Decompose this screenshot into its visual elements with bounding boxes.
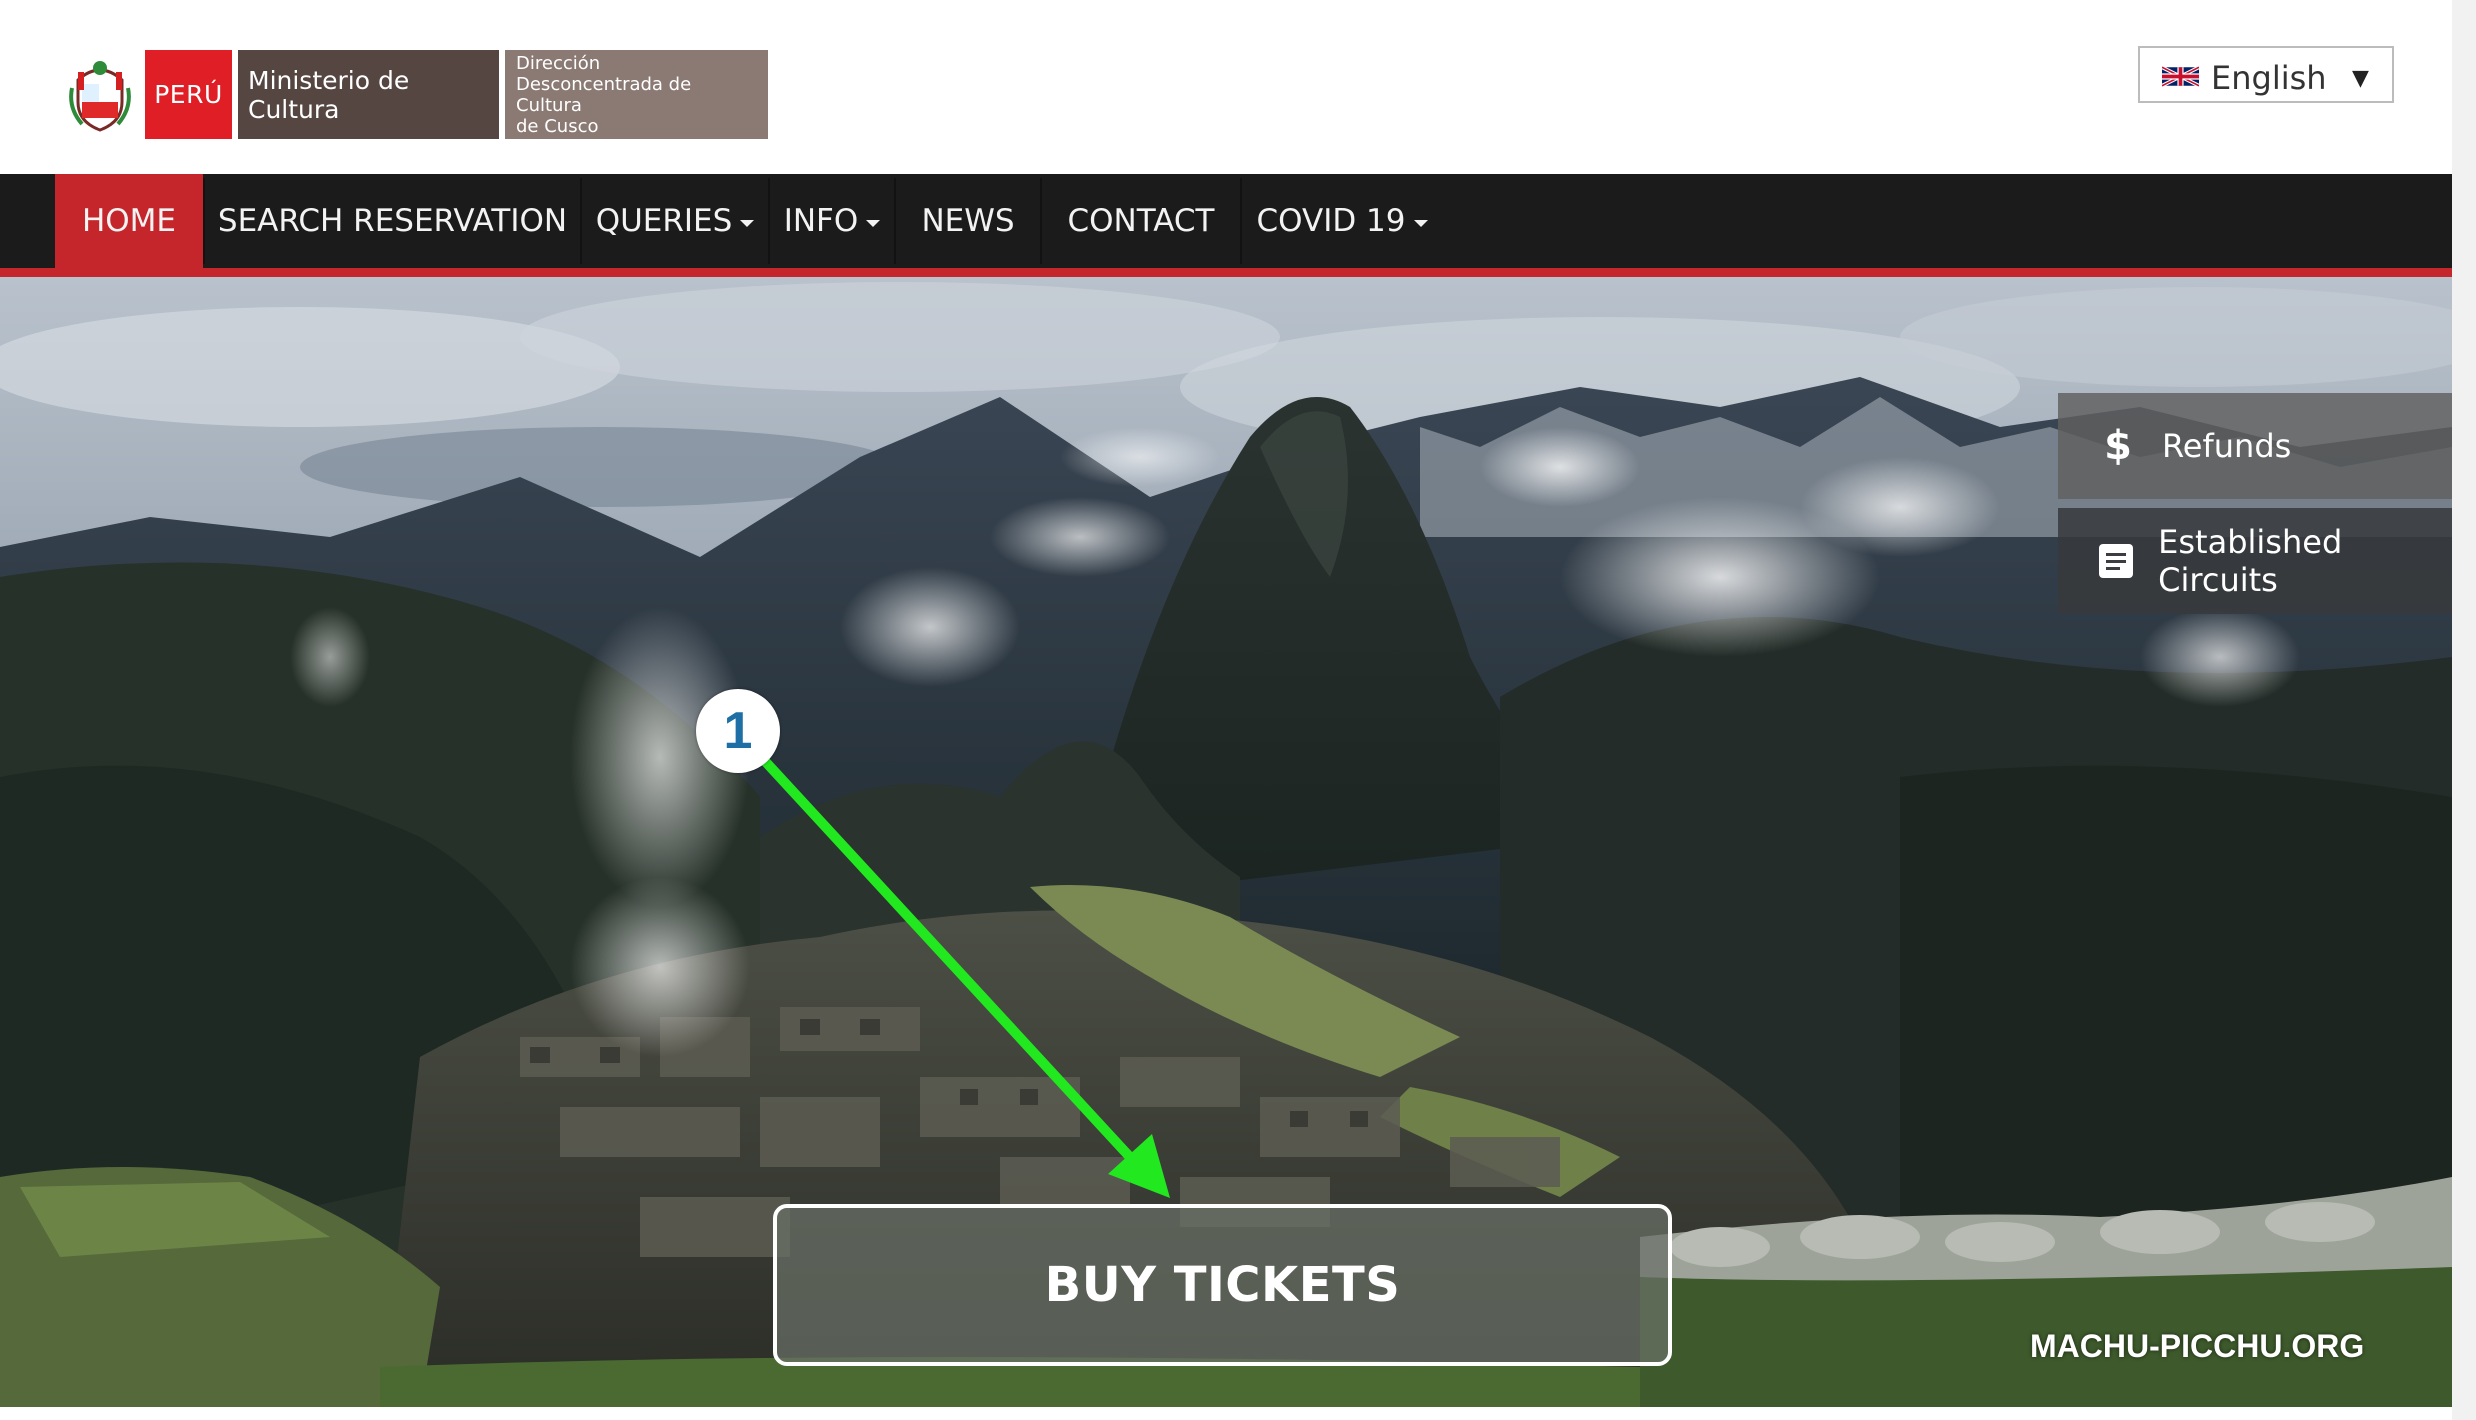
caret-down-icon — [866, 219, 881, 227]
language-select[interactable]: English ▼ — [2138, 46, 2394, 103]
nav-item-info[interactable]: INFO — [770, 174, 894, 268]
nav-item-search-reservation[interactable]: SEARCH RESERVATION — [205, 174, 580, 268]
language-selected-label: English — [2211, 59, 2327, 97]
step-number-badge: 1 — [696, 689, 780, 773]
nav-item-contact[interactable]: CONTACT — [1042, 174, 1240, 268]
nav-item-label: NEWS — [921, 203, 1015, 239]
buy-tickets-button[interactable]: BUY TICKETS — [773, 1204, 1672, 1366]
nav-item-news[interactable]: NEWS — [896, 174, 1040, 268]
nav-item-label: QUERIES — [595, 203, 733, 239]
nav-item-queries[interactable]: QUERIES — [582, 174, 768, 268]
document-icon — [2088, 543, 2144, 579]
nav-item-covid-19[interactable]: COVID 19 — [1242, 174, 1442, 268]
page-scrollbar-track[interactable] — [2452, 0, 2476, 1420]
side-tab-label: Refunds — [2162, 427, 2292, 465]
peru-logo-text: PERÚ — [154, 80, 223, 109]
peru-coat-of-arms-icon — [69, 61, 131, 132]
dollar-icon: $ — [2104, 423, 2132, 469]
nav-item-label: CONTACT — [1067, 203, 1215, 239]
nav-item-label: HOME — [81, 203, 177, 239]
caret-down-icon — [1413, 219, 1428, 227]
caret-down-icon — [740, 219, 755, 227]
direccion-logo[interactable]: Dirección Desconcentrada de Cultura de C… — [505, 50, 768, 139]
buy-tickets-label: BUY TICKETS — [1044, 1257, 1401, 1313]
side-tab-established-circuits[interactable]: Established Circuits — [2058, 508, 2452, 614]
direccion-logo-text: Dirección Desconcentrada de Cultura de C… — [516, 52, 692, 137]
nav-item-label: SEARCH RESERVATION — [217, 203, 568, 239]
ministerio-logo-text: Ministerio de Cultura — [248, 65, 410, 124]
nav-item-label: COVID 19 — [1256, 203, 1406, 239]
side-tab-label: Established Circuits — [2158, 523, 2343, 599]
triangle-down-icon: ▼ — [2352, 66, 2369, 91]
site-header: PERÚ Ministerio de Cultura Dirección Des… — [0, 0, 2452, 174]
peru-logo[interactable]: PERÚ — [145, 50, 232, 139]
ministerio-logo[interactable]: Ministerio de Cultura — [238, 50, 499, 139]
nav-item-home[interactable]: HOME — [55, 174, 203, 268]
side-tab-refunds[interactable]: $ Refunds — [2058, 393, 2452, 499]
nav-accent-line — [0, 268, 2452, 277]
nav-item-label: INFO — [783, 203, 859, 239]
uk-flag-icon — [2162, 65, 2199, 88]
site-watermark: MACHU-PICCHU.ORG — [2030, 1328, 2365, 1364]
